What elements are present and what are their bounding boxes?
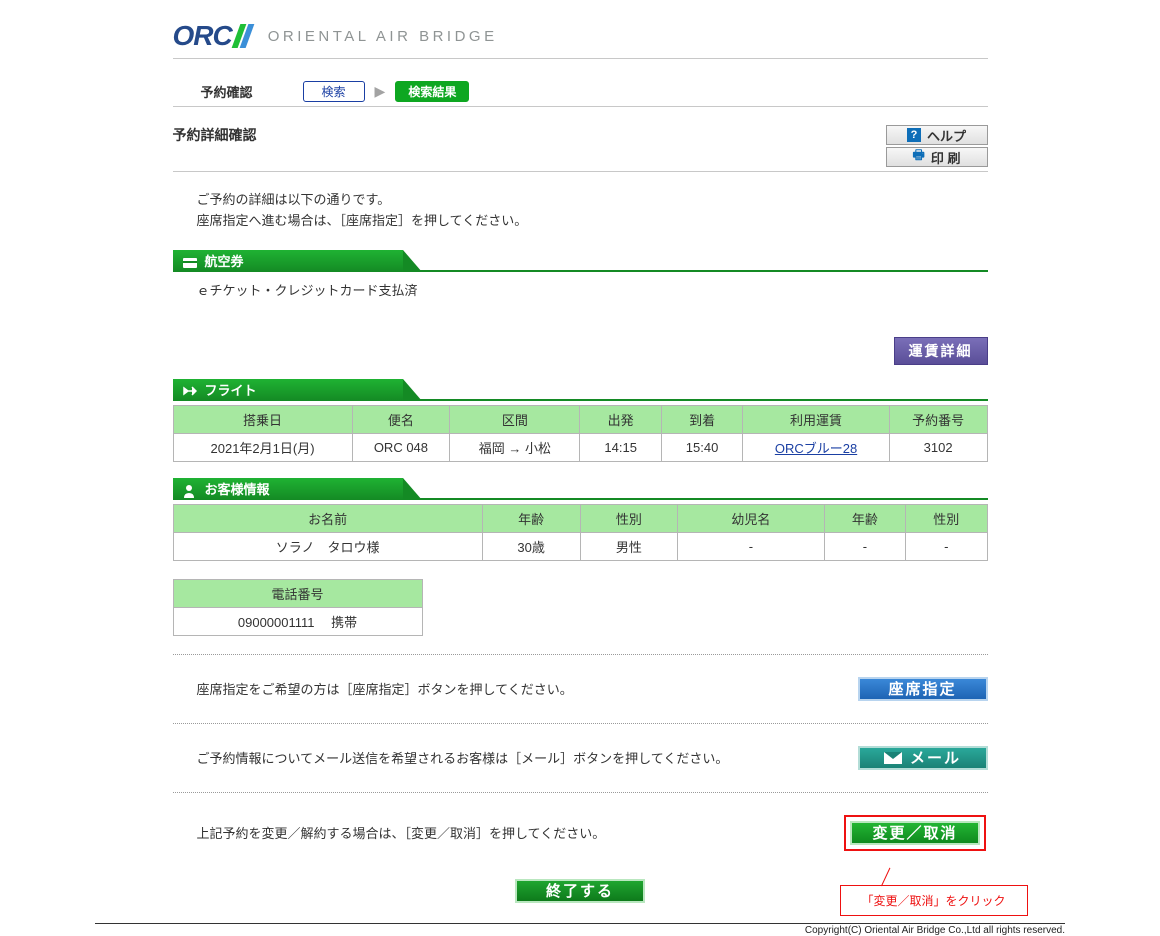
table-header-row: 搭乗日 便名 区間 出発 到着 利用運賃 予約番号: [173, 405, 987, 433]
table-header-row: お名前 年齢 性別 幼児名 年齢 性別: [173, 504, 987, 532]
fare-link[interactable]: ORCブルー28: [775, 441, 857, 456]
cell-arr: 15:40: [661, 433, 742, 461]
cell-infant: -: [678, 532, 825, 560]
divider-dotted: [173, 723, 988, 724]
seat-instruction: 座席指定をご希望の方は［座席指定］ボタンを押してください。: [197, 679, 573, 698]
col-age2: 年齢: [824, 504, 905, 532]
col-gender2: 性別: [906, 504, 987, 532]
help-button[interactable]: ? ヘルプ: [886, 125, 988, 145]
copyright: Copyright(C) Oriental Air Bridge Co.,Ltd…: [95, 923, 1065, 936]
mail-button-label: メール: [910, 747, 961, 768]
highlight-box: 変更／取消: [844, 815, 986, 851]
ticket-body: ｅチケット・クレジットカード支払済: [173, 272, 988, 309]
cell-gender2: -: [906, 532, 987, 560]
page-title: 予約詳細確認: [173, 125, 257, 145]
instructions: ご予約の詳細は以下の通りです。 座席指定へ進む場合は、［座席指定］を押してくださ…: [197, 190, 988, 232]
help-icon: ?: [907, 128, 921, 142]
col-segment: 区間: [450, 405, 580, 433]
printer-icon: 🖶: [913, 146, 925, 168]
table-row: 2021年2月1日(月) ORC 048 福岡 → 小松 14:15 15:40…: [173, 433, 987, 461]
section-header-flight: フライト: [173, 379, 403, 401]
section-header-ticket: 航空券: [173, 250, 403, 272]
col-dep: 出発: [580, 405, 661, 433]
customer-table: お名前 年齢 性別 幼児名 年齢 性別 ソラノ タロウ様 30歳 男性 - - …: [173, 504, 988, 561]
cell-age2: -: [824, 532, 905, 560]
instruction-line: 座席指定へ進む場合は、［座席指定］を押してください。: [197, 211, 988, 232]
breadcrumb-label: 予約確認: [201, 82, 253, 101]
cell-gender: 男性: [580, 532, 678, 560]
mail-icon: [884, 752, 902, 764]
table-row: ソラノ タロウ様 30歳 男性 - - -: [173, 532, 987, 560]
divider-dotted: [173, 654, 988, 655]
phone-table: 電話番号 09000001111 携帯: [173, 579, 423, 636]
card-icon: [183, 256, 197, 266]
change-instruction: 上記予約を変更／解約する場合は、［変更／取消］を押してください。: [197, 823, 606, 842]
finish-button[interactable]: 終了する: [515, 879, 645, 903]
divider: [173, 58, 988, 59]
instruction-line: ご予約の詳細は以下の通りです。: [197, 190, 988, 211]
logo-subtitle: ORIENTAL AIR BRIDGE: [268, 28, 498, 45]
callout-text: 「変更／取消」をクリック: [861, 894, 1005, 908]
cell-dep: 14:15: [580, 433, 661, 461]
print-button[interactable]: 🖶 印 刷: [886, 147, 988, 167]
col-phone: 電話番号: [173, 579, 422, 607]
person-icon: [183, 484, 197, 494]
mail-instruction: ご予約情報についてメール送信を希望されるお客様は［メール］ボタンを押してください…: [197, 748, 729, 767]
cell-segment: 福岡 → 小松: [450, 433, 580, 461]
breadcrumb: 予約確認 検索 ▶ 検索結果: [173, 81, 988, 107]
col-name: お名前: [173, 504, 482, 532]
col-arr: 到着: [661, 405, 742, 433]
section-title: 航空券: [205, 251, 244, 270]
divider: [173, 171, 988, 172]
col-infant: 幼児名: [678, 504, 825, 532]
breadcrumb-step-result: 検索結果: [395, 81, 469, 102]
cell-phone: 09000001111 携帯: [173, 607, 422, 635]
col-age: 年齢: [482, 504, 580, 532]
header-logo-row: ORC ORIENTAL AIR BRIDGE: [173, 20, 988, 52]
col-date: 搭乗日: [173, 405, 352, 433]
section-title: フライト: [205, 380, 257, 399]
print-label: 印 刷: [931, 148, 961, 167]
logo-main: ORC: [173, 20, 250, 52]
change-cancel-button[interactable]: 変更／取消: [850, 821, 980, 845]
divider-dotted: [173, 792, 988, 793]
help-label: ヘルプ: [927, 126, 966, 145]
cell-reservation-no: 3102: [889, 433, 987, 461]
flight-table: 搭乗日 便名 区間 出発 到着 利用運賃 予約番号 2021年2月1日(月) O…: [173, 405, 988, 462]
section-title: お客様情報: [205, 479, 270, 498]
section-header-customer: お客様情報: [173, 478, 403, 500]
breadcrumb-step-search[interactable]: 検索: [303, 81, 365, 102]
col-res: 予約番号: [889, 405, 987, 433]
chevron-right-icon: ▶: [375, 83, 386, 100]
cell-age: 30歳: [482, 532, 580, 560]
logo-slash-icon: [234, 24, 250, 48]
col-gender: 性別: [580, 504, 678, 532]
annotation-callout: 「変更／取消」をクリック: [840, 885, 1028, 916]
cell-name: ソラノ タロウ様: [173, 532, 482, 560]
cell-fare: ORCブルー28: [743, 433, 890, 461]
fare-details-button[interactable]: 運賃詳細: [894, 337, 988, 365]
plane-icon: [183, 385, 197, 395]
seat-select-button[interactable]: 座席指定: [858, 677, 988, 701]
cell-flight-no: ORC 048: [352, 433, 450, 461]
mail-button[interactable]: メール: [858, 746, 988, 770]
cell-date: 2021年2月1日(月): [173, 433, 352, 461]
col-fare: 利用運賃: [743, 405, 890, 433]
col-flight-no: 便名: [352, 405, 450, 433]
